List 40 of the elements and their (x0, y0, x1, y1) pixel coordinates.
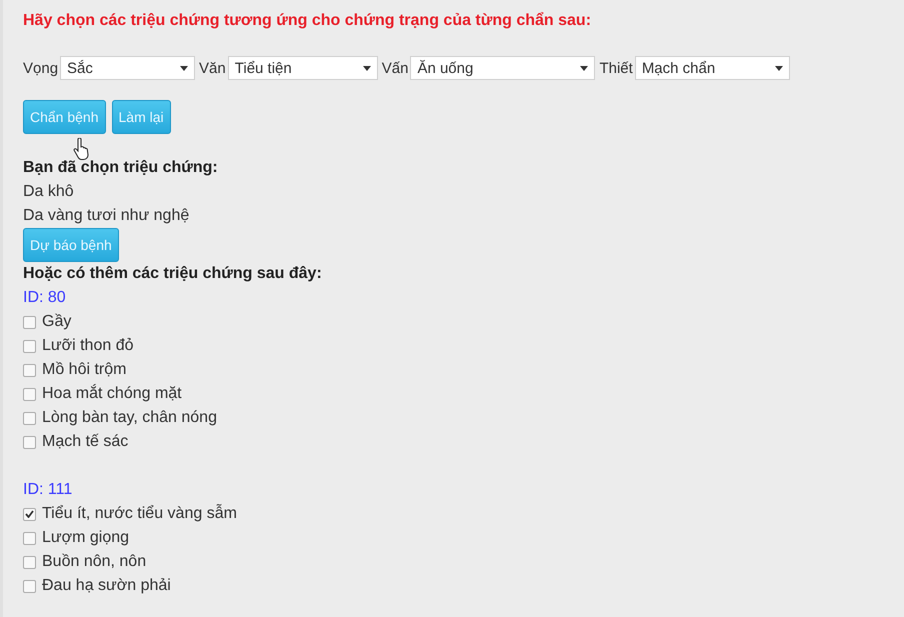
caret-icon (580, 66, 588, 70)
checkbox[interactable] (23, 412, 36, 424)
filter-label: Vọng (23, 60, 58, 76)
symptom-label: Lượm giọng (42, 529, 130, 547)
filter-label: Văn (199, 60, 226, 76)
dropdown[interactable]: Tiểu tiện (228, 56, 378, 80)
group-id: ID: 80 (23, 288, 67, 308)
page-heading: Hãy chọn các triệu chứng tương ứng cho chứng trạng của từng chẩn sau: (23, 12, 592, 30)
symptom-label: Gầy (42, 313, 72, 331)
filter-label: Thiết (599, 60, 633, 76)
checkbox[interactable] (23, 436, 36, 448)
caret-icon (774, 66, 783, 70)
dropdown[interactable]: Ăn uống (410, 56, 596, 80)
filter-label: Vấn (382, 60, 408, 76)
symptom-label: Hoa mắt chóng mặt (42, 385, 182, 403)
checkbox[interactable] (23, 340, 36, 352)
symptom-label: Buồn nôn, nôn (42, 553, 146, 571)
symptom-label: Đau hạ sườn phải (42, 577, 171, 595)
checkbox[interactable] (23, 388, 36, 400)
checkbox[interactable] (23, 364, 36, 376)
chosen-symptom: Da khô (23, 182, 75, 202)
symptom-label: Lưỡi thon đỏ (42, 337, 134, 355)
checkbox[interactable] (23, 316, 36, 328)
caret-icon (362, 66, 371, 70)
section-title: Bạn đã chọn triệu chứng: (23, 158, 219, 178)
checkbox[interactable] (23, 508, 36, 520)
symptom-label: Tiểu ít, nước tiểu vàng sẫm (42, 505, 237, 523)
checkbox[interactable] (23, 556, 36, 568)
caret-icon (180, 66, 188, 70)
symptom-label: Mồ hôi trộm (42, 361, 126, 379)
chosen-symptom: Da vàng tươi như nghệ (23, 206, 190, 226)
dropdown[interactable]: Mạch chẩn (634, 56, 790, 80)
group-id: ID: 111 (23, 480, 74, 500)
checkbox[interactable] (23, 580, 36, 592)
hand-cursor-icon (73, 138, 91, 160)
dropdown[interactable]: Sắc (60, 56, 196, 80)
checkbox[interactable] (23, 532, 36, 544)
section-title: Hoặc có thêm các triệu chứng sau đây: (23, 264, 323, 284)
symptom-label: Mạch tế sác (42, 433, 128, 451)
symptom-label: Lòng bàn tay, chân nóng (42, 409, 217, 427)
